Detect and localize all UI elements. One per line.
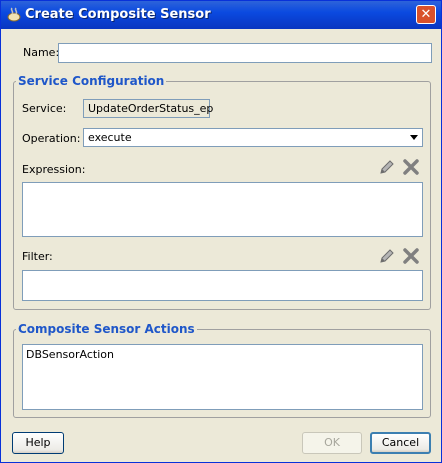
dropdown-arrow-icon[interactable]: [408, 131, 420, 143]
name-input[interactable]: [58, 43, 432, 63]
composite-sensor-actions-legend: Composite Sensor Actions: [18, 322, 195, 336]
expression-textarea[interactable]: [22, 182, 423, 237]
dialog-title: Create Composite Sensor: [25, 7, 211, 22]
service-configuration-legend: Service Configuration: [18, 74, 165, 88]
close-icon: ✕: [420, 7, 432, 22]
help-button[interactable]: Help: [12, 432, 64, 454]
sensor-actions-list[interactable]: DBSensorAction: [22, 344, 423, 410]
title-bar[interactable]: Create Composite Sensor ✕: [1, 1, 441, 29]
create-composite-sensor-dialog: Create Composite Sensor ✕ Name: Service …: [0, 0, 442, 463]
operation-label: Operation:: [22, 132, 81, 145]
operation-selected-value: execute: [88, 131, 132, 144]
delete-expression-x-icon[interactable]: [402, 158, 420, 176]
list-item[interactable]: DBSensorAction: [26, 348, 114, 361]
filter-textarea[interactable]: [22, 270, 423, 301]
name-label: Name:: [23, 46, 60, 59]
expression-label: Expression:: [22, 163, 86, 176]
service-value: UpdateOrderStatus_ep: [83, 99, 213, 118]
cancel-button[interactable]: Cancel: [370, 432, 431, 454]
edit-expression-pencil-icon[interactable]: [378, 158, 396, 176]
service-label: Service:: [22, 102, 67, 115]
operation-select[interactable]: execute: [83, 128, 423, 147]
ok-button[interactable]: OK: [302, 432, 362, 454]
close-button[interactable]: ✕: [416, 5, 436, 24]
delete-filter-x-icon[interactable]: [402, 247, 420, 265]
app-icon: [7, 7, 21, 22]
edit-filter-pencil-icon[interactable]: [378, 247, 396, 265]
filter-label: Filter:: [22, 250, 53, 263]
